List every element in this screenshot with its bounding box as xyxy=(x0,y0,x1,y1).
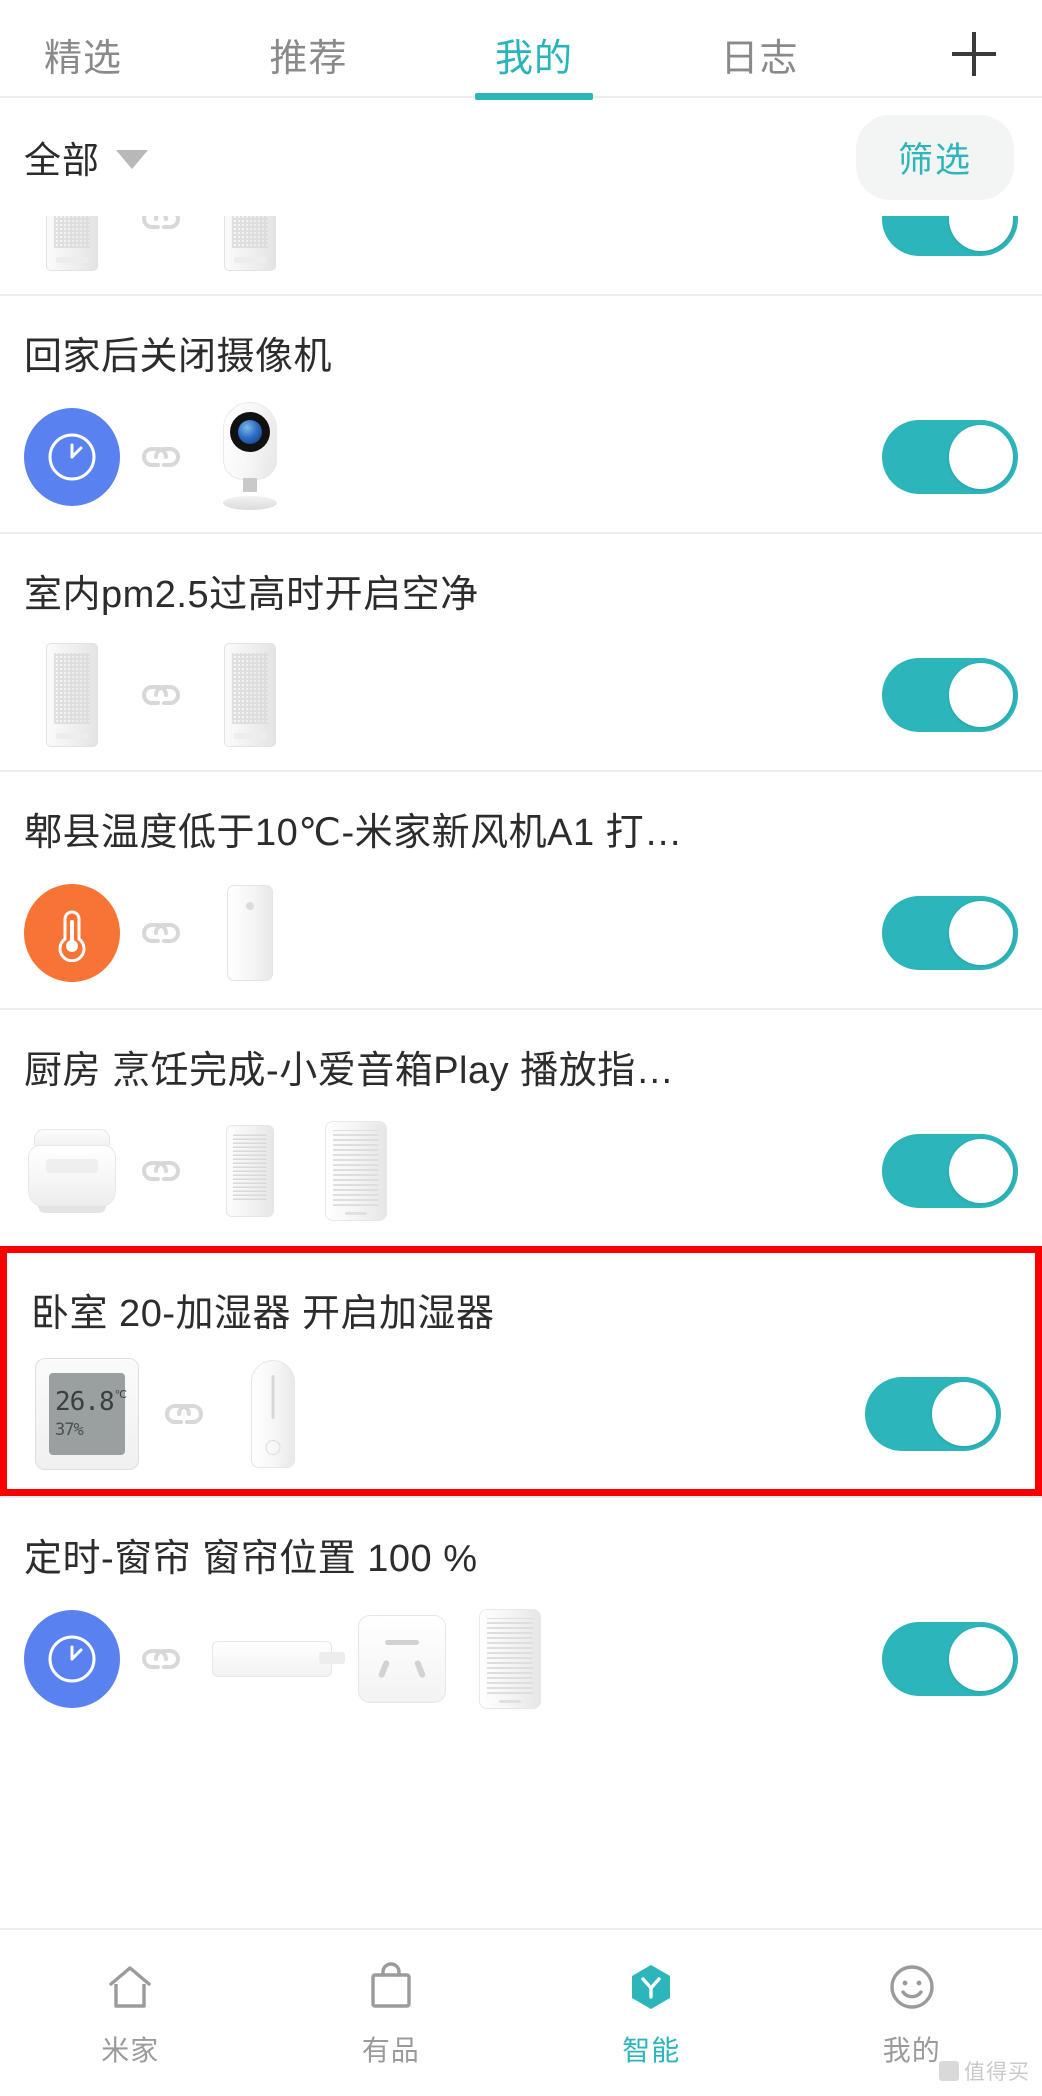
list-item[interactable] xyxy=(0,216,1042,294)
bottom-nav: 米家 有品 智能 我的 xyxy=(0,1928,1042,2096)
watermark: 值得买 xyxy=(939,2056,1030,2086)
smart-speaker-icon xyxy=(462,1603,558,1715)
scope-dropdown[interactable]: 全部 xyxy=(24,130,148,184)
home-icon xyxy=(103,1957,157,2017)
thermometer-circle-icon xyxy=(24,877,120,989)
plus-icon xyxy=(952,32,996,76)
sensor-humidity: 37 xyxy=(55,1420,75,1440)
toggle-knob xyxy=(949,901,1013,965)
tab-rizhi[interactable]: 日志 xyxy=(721,40,799,96)
toggle-knob xyxy=(932,1382,996,1446)
sensor-temperature-unit: ℃ xyxy=(114,1388,127,1401)
list-item[interactable]: 室内pm2.5过高时开启空净 xyxy=(0,532,1042,770)
nav-item-mijia[interactable]: 米家 xyxy=(0,1957,261,2069)
nav-label: 我的 xyxy=(882,2035,941,2066)
filter-bar: 全部 筛选 xyxy=(0,98,1042,216)
automation-title: 郫县温度低于10℃-米家新风机A1 打… xyxy=(24,812,683,854)
nav-item-wode[interactable]: 我的 xyxy=(782,1957,1042,2069)
device-strip xyxy=(24,639,1018,751)
chain-link-icon xyxy=(130,682,192,708)
mesh-purifier-icon xyxy=(202,1115,298,1227)
automation-title: 定时-窗帘 窗帘位置 100 % xyxy=(24,1538,478,1580)
shopping-bag-icon xyxy=(364,1957,418,2017)
air-purifier-icon xyxy=(202,216,298,275)
chevron-down-icon xyxy=(116,150,148,169)
sensor-temperature: 26.8 xyxy=(55,1387,115,1417)
rice-cooker-icon xyxy=(24,1115,120,1227)
toggle-knob xyxy=(949,663,1013,727)
air-purifier-icon xyxy=(202,639,298,751)
automation-title: 卧室 20-加湿器 开启加湿器 xyxy=(31,1293,495,1335)
device-row xyxy=(24,216,1018,294)
nav-item-zhineng[interactable]: 智能 xyxy=(521,1957,782,2069)
automation-toggle[interactable] xyxy=(882,216,1018,256)
automation-toggle[interactable] xyxy=(882,1622,1018,1696)
sensor-humidity-unit: % xyxy=(73,1420,83,1440)
nav-label: 智能 xyxy=(622,2035,681,2066)
chain-link-icon xyxy=(130,216,192,232)
chain-link-icon xyxy=(130,444,192,470)
list-item-highlighted[interactable]: 卧室 20-加湿器 开启加湿器 26.8 ℃ 37% xyxy=(0,1246,1042,1496)
air-purifier-icon xyxy=(24,216,120,275)
device-row xyxy=(24,858,1018,1008)
tab-tuijian[interactable]: 推荐 xyxy=(270,40,348,96)
nav-label: 有品 xyxy=(361,2035,420,2066)
add-automation-button[interactable] xyxy=(946,26,1008,96)
nav-item-youpin[interactable]: 有品 xyxy=(261,1957,522,2069)
smiley-face-icon xyxy=(885,1957,939,2017)
list-item[interactable]: 回家后关闭摄像机 xyxy=(0,294,1042,532)
sensor-lcd: 26.8 ℃ 37% xyxy=(49,1373,127,1455)
chain-link-icon xyxy=(130,1158,192,1184)
automation-toggle[interactable] xyxy=(865,1377,1001,1451)
automation-toggle[interactable] xyxy=(882,658,1018,732)
clock-circle-icon xyxy=(24,1603,120,1715)
device-row xyxy=(24,1584,1018,1734)
device-row xyxy=(24,382,1018,532)
watermark-badge-icon xyxy=(939,2061,959,2081)
automation-toggle[interactable] xyxy=(882,896,1018,970)
temp-humidity-sensor-icon: 26.8 ℃ 37% xyxy=(31,1358,143,1470)
humidifier-icon xyxy=(225,1358,321,1470)
list-item[interactable]: 定时-窗帘 窗帘位置 100 % xyxy=(0,1496,1042,1734)
chain-link-icon xyxy=(153,1401,215,1427)
automation-list: 回家后关闭摄像机 室内pm2.5过高时开启空净 郫县温度低于10℃-米家新风机A… xyxy=(0,216,1042,1734)
device-row xyxy=(24,1096,1018,1246)
top-tab-bar: 精选 推荐 我的 日志 xyxy=(0,0,1042,96)
device-row: 26.8 ℃ 37% xyxy=(31,1339,1011,1489)
nav-label: 米家 xyxy=(101,2035,160,2066)
device-row xyxy=(24,620,1018,770)
list-item[interactable]: 郫县温度低于10℃-米家新风机A1 打… xyxy=(0,770,1042,1008)
smart-hexagon-icon xyxy=(624,1957,678,2017)
automation-toggle[interactable] xyxy=(882,1134,1018,1208)
toggle-knob xyxy=(949,425,1013,489)
fresh-air-fan-icon xyxy=(202,877,298,989)
filter-button[interactable]: 筛选 xyxy=(855,114,1014,200)
chain-link-icon xyxy=(130,920,192,946)
toggle-knob xyxy=(949,1627,1013,1691)
watermark-text: 值得买 xyxy=(964,2061,1030,2084)
device-strip xyxy=(24,401,1018,513)
automation-toggle[interactable] xyxy=(882,420,1018,494)
clock-circle-icon xyxy=(24,401,120,513)
device-strip: 26.8 ℃ 37% xyxy=(31,1358,1011,1470)
device-strip xyxy=(24,1115,1018,1227)
automation-title: 厨房 烹饪完成-小爱音箱Play 播放指… xyxy=(24,1050,675,1092)
tab-jingxuan[interactable]: 精选 xyxy=(44,40,122,96)
device-strip xyxy=(24,877,1018,989)
toggle-knob xyxy=(949,216,1013,251)
air-purifier-icon xyxy=(24,639,120,751)
automation-title: 回家后关闭摄像机 xyxy=(24,336,333,378)
device-strip xyxy=(24,1603,1018,1715)
smart-speaker-icon xyxy=(308,1115,404,1227)
device-strip xyxy=(24,216,1018,275)
toggle-knob xyxy=(949,1139,1013,1203)
curtain-motor-icon xyxy=(202,1603,345,1715)
camera-icon xyxy=(202,401,298,513)
scope-label: 全部 xyxy=(24,140,100,181)
chain-link-icon xyxy=(130,1646,192,1672)
list-item[interactable]: 厨房 烹饪完成-小爱音箱Play 播放指… xyxy=(0,1008,1042,1246)
tab-wode[interactable]: 我的 xyxy=(495,40,573,96)
automation-title: 室内pm2.5过高时开启空净 xyxy=(24,574,479,616)
wall-socket-icon xyxy=(352,1603,452,1715)
